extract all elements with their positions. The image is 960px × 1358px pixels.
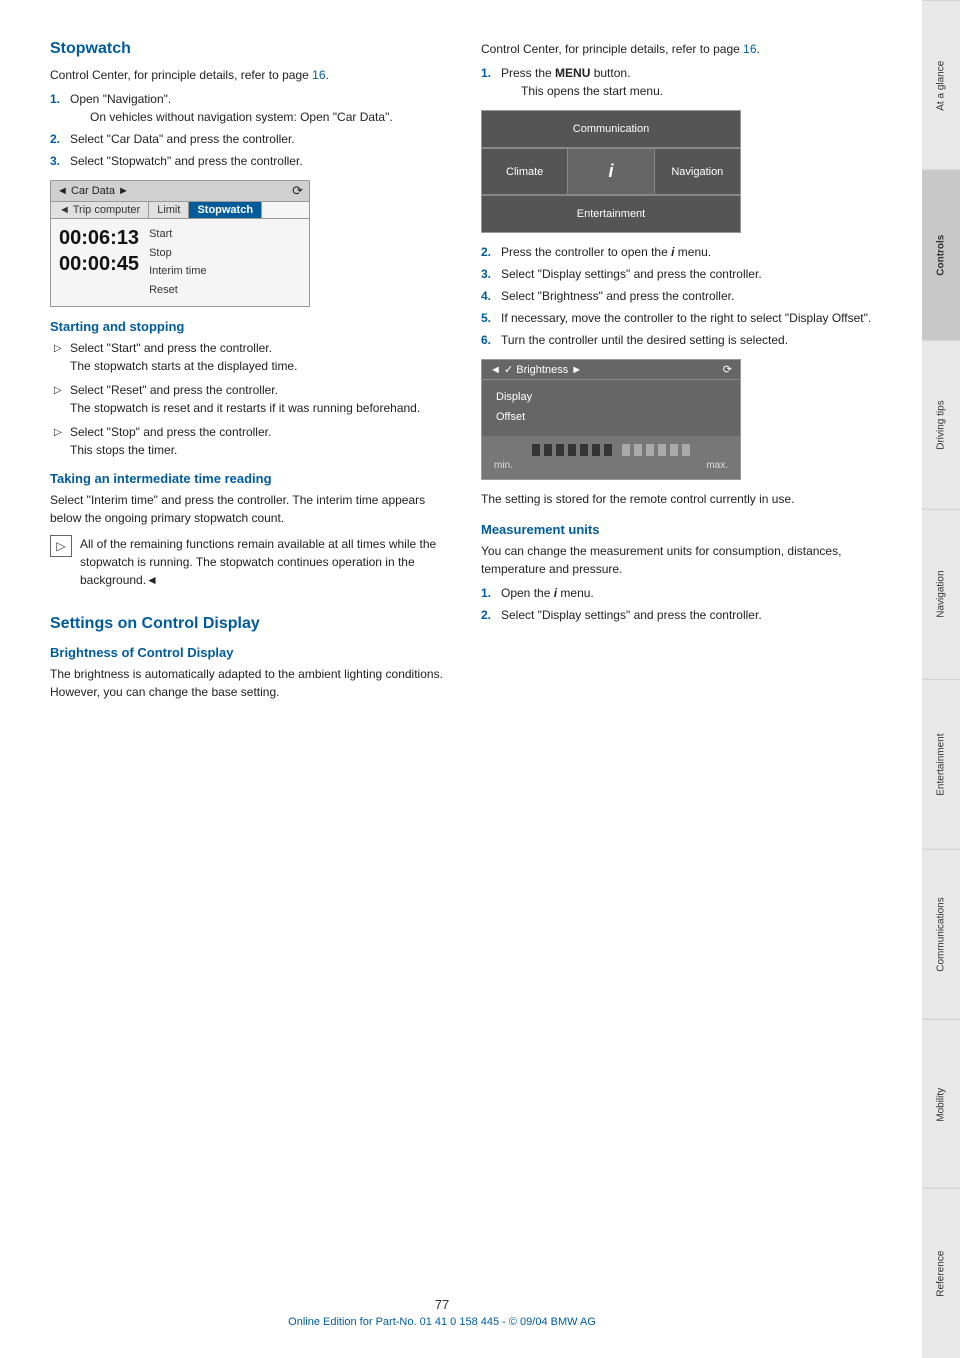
measurement-steps: 1. Open the i menu. 2. Select "Display s… [481,584,882,624]
interim-time-body: Select "Interim time" and press the cont… [50,491,451,527]
page-number: 77 [0,1297,884,1312]
list-item: 3. Select "Stopwatch" and press the cont… [50,152,451,170]
stopwatch-tab: Stopwatch [189,202,262,218]
comm-cell-navigation: Navigation [655,149,740,194]
brightness-screenshot: ◄ ✓ Brightness ► ⟳ Display Offset [481,359,741,480]
limit-tab: Limit [149,202,189,218]
stopwatch-menu: Start Stop Interim time Reset [149,225,206,300]
menu-item-interim: Interim time [149,262,206,281]
right-intro-link[interactable]: 16 [743,42,756,56]
comm-cell-communication: Communication [482,111,740,148]
starting-stopping-title: Starting and stopping [50,319,451,334]
display-option: Display [490,388,732,406]
interim-time-title: Taking an intermediate time reading [50,471,451,486]
list-item: 6. Turn the controller until the desired… [481,331,882,349]
list-item: 1. Open "Navigation". On vehicles withou… [50,90,451,126]
menu-item-start: Start [149,225,206,244]
sidebar-tab-communications[interactable]: Communications [922,849,960,1019]
main-content: Stopwatch Control Center, for principle … [0,0,922,1358]
note-icon: ▷ [50,535,72,557]
time-display-1: 00:06:13 [59,225,139,251]
sidebar-tab-mobility[interactable]: Mobility [922,1019,960,1189]
list-item: 1. Open the i menu. [481,584,882,602]
menu-item-reset: Reset [149,281,206,300]
sidebar-tab-driving-tips[interactable]: Driving tips [922,340,960,510]
brightness-title-label: ✓ [504,364,513,376]
list-item: 2. Select "Car Data" and press the contr… [50,130,451,148]
offset-option: Offset [490,408,732,426]
note-text: All of the remaining functions remain av… [80,535,451,589]
sidebar-tab-at-a-glance[interactable]: At a glance [922,0,960,170]
sidebar-tab-controls[interactable]: Controls [922,170,960,340]
measurement-units-title: Measurement units [481,522,882,537]
list-item: ▷ Select "Stop" and press the controller… [50,423,451,459]
comm-screenshot: Communication Climate i Navigation Enter… [481,110,741,233]
starting-stopping-list: ▷ Select "Start" and press the controlle… [50,339,451,459]
sidebar-tab-entertainment[interactable]: Entertainment [922,679,960,849]
list-item: 5. If necessary, move the controller to … [481,309,882,327]
stopwatch-time-display: 00:06:13 00:00:45 [59,225,139,300]
list-item: ▷ Select "Reset" and press the controlle… [50,381,451,417]
page-footer: 77 Online Edition for Part-No. 01 41 0 1… [0,1297,884,1328]
stopwatch-steps: 1. Open "Navigation". On vehicles withou… [50,90,451,170]
list-item: 1. Press the MENU button. This opens the… [481,64,882,100]
comm-cell-i: i [568,149,653,194]
menu-item-stop: Stop [149,244,206,263]
list-item: ▷ Select "Start" and press the controlle… [50,339,451,375]
list-item: 2. Select "Display settings" and press t… [481,606,882,624]
bar-label-min: min. [494,460,513,471]
measurement-body: You can change the measurement units for… [481,542,882,578]
stopwatch-title: Stopwatch [50,40,451,58]
sidebar: At a glance Controls Driving tips Naviga… [922,0,960,1358]
right-steps-2: 2. Press the controller to open the i me… [481,243,882,349]
brightness-body: The brightness is automatically adapted … [50,665,451,701]
list-item: 2. Press the controller to open the i me… [481,243,882,261]
car-data-screenshot: ◄ Car Data ► ⟳ ◄ Trip computer Limit Sto… [50,180,310,307]
comm-cell-climate: Climate [482,149,567,194]
right-column: Control Center, for principle details, r… [481,40,882,707]
brightness-title: Brightness of Control Display [50,645,451,660]
trip-computer-tab: ◄ Trip computer [51,202,149,218]
comm-cell-entertainment: Entertainment [482,195,740,232]
stopwatch-intro: Control Center, for principle details, r… [50,66,451,84]
left-column: Stopwatch Control Center, for principle … [50,40,451,707]
bar-label-max: max. [706,460,728,471]
setting-stored-text: The setting is stored for the remote con… [481,490,882,508]
footer-text: Online Edition for Part-No. 01 41 0 158 … [0,1316,884,1328]
sidebar-tab-navigation[interactable]: Navigation [922,509,960,679]
right-steps-1: 1. Press the MENU button. This opens the… [481,64,882,100]
note-box: ▷ All of the remaining functions remain … [50,535,451,595]
brightness-bar [532,444,690,456]
stopwatch-intro-link[interactable]: 16 [312,68,325,82]
sidebar-tab-reference[interactable]: Reference [922,1188,960,1358]
list-item: 3. Select "Display settings" and press t… [481,265,882,283]
right-intro: Control Center, for principle details, r… [481,40,882,58]
settings-title: Settings on Control Display [50,615,451,633]
time-display-2: 00:00:45 [59,251,139,277]
list-item: 4. Select "Brightness" and press the con… [481,287,882,305]
settings-section: Settings on Control Display Brightness o… [50,615,451,701]
